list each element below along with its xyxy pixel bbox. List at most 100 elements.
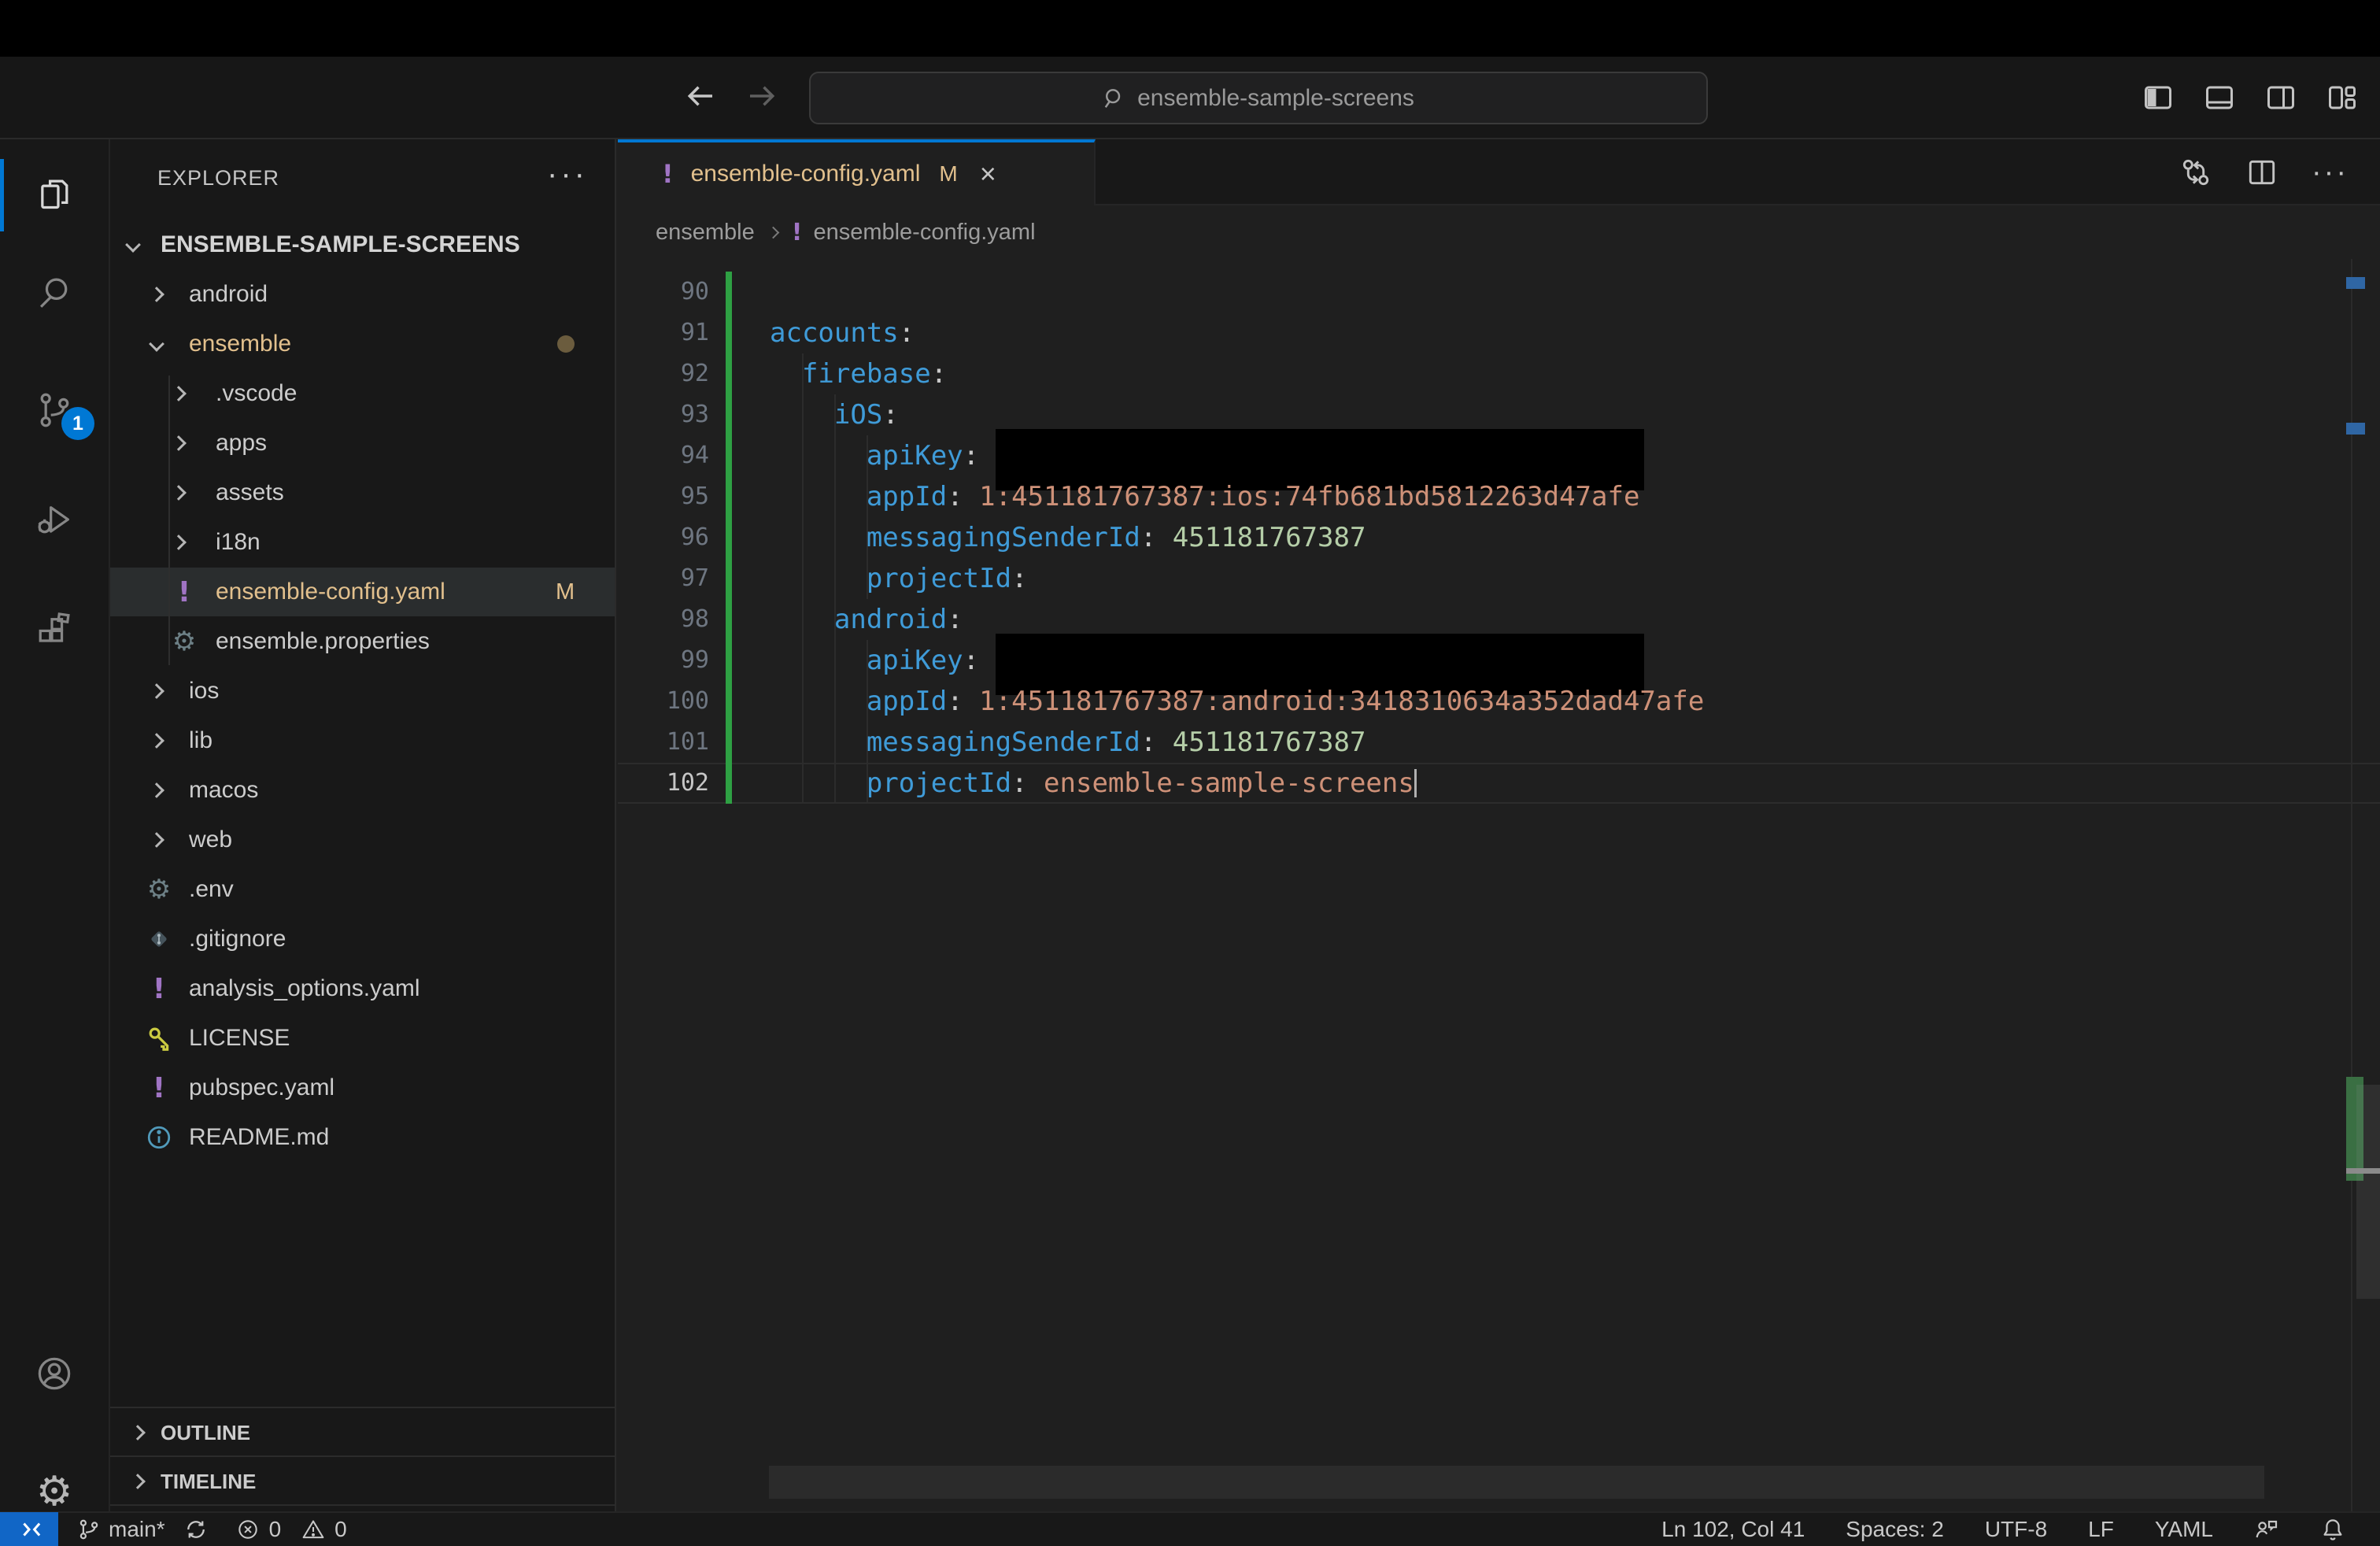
chevron-right-icon xyxy=(130,1408,146,1457)
sidebar-item-lib[interactable]: lib xyxy=(110,716,615,765)
sidebar-item-apps[interactable]: apps xyxy=(110,419,615,468)
gear-icon: ⚙ xyxy=(146,874,172,905)
search-icon xyxy=(1103,87,1126,110)
chevron-right-icon xyxy=(171,468,187,517)
eol[interactable]: LF xyxy=(2088,1517,2114,1542)
code-line-91[interactable]: 91 accounts: xyxy=(618,313,2380,353)
vertical-scrollbar[interactable] xyxy=(2356,1085,2380,1299)
line-number: 100 xyxy=(666,687,709,715)
status-label: Spaces: 2 xyxy=(1846,1517,1944,1541)
git-branch-status[interactable]: main* xyxy=(77,1517,165,1542)
chevron-right-icon xyxy=(149,766,164,815)
code-editor[interactable]: 90 91 accounts: 92 firebase: 93 iOS: 94 apiKe… xyxy=(618,259,2380,1511)
breadcrumb-item-ensemble-config-yaml[interactable]: ! ensemble-config.yaml xyxy=(792,219,1036,246)
chevron-right-icon xyxy=(149,667,164,716)
sidebar-item-ensemble-properties[interactable]: ⚙ ensemble.properties xyxy=(110,617,615,666)
status-label: YAML xyxy=(2154,1517,2213,1541)
item-label: macos xyxy=(189,777,259,803)
sidebar-item-pubspec-yaml[interactable]: ! pubspec.yaml xyxy=(110,1063,615,1112)
toggle-secondary-sidebar-icon[interactable] xyxy=(2264,80,2298,115)
open-changes-icon[interactable] xyxy=(2179,156,2212,189)
explorer-activity-icon[interactable] xyxy=(0,157,109,232)
item-label: web xyxy=(189,827,233,853)
sidebar-item-ensemble[interactable]: ensemble xyxy=(110,320,615,368)
code-line-90[interactable]: 90 xyxy=(618,272,2380,313)
chevron-right-icon xyxy=(149,816,164,864)
toggle-sidebar-icon[interactable] xyxy=(2141,80,2175,115)
status-bar: main* 0 0 Ln 102, Col 41 Spaces: 2 UTF-8 LF… xyxy=(0,1511,2380,1546)
forward-arrow-icon[interactable] xyxy=(737,71,787,121)
editor-group: ! ensemble-config.yaml M × ··· ensemble!… xyxy=(618,139,2380,1511)
sidebar-item-android[interactable]: android xyxy=(110,270,615,319)
sidebar-item-assets[interactable]: assets xyxy=(110,468,615,517)
notifications[interactable] xyxy=(2320,1517,2345,1542)
line-content: appId: 1:451181767387:ios:74fb681bd58122… xyxy=(866,481,1640,512)
titlebar: ensemble-sample-screens xyxy=(0,57,2380,139)
code-line-97[interactable]: 97 projectId: xyxy=(618,558,2380,599)
explorer-more-actions-icon[interactable]: ··· xyxy=(547,157,588,192)
account-icon[interactable] xyxy=(0,1336,109,1411)
tab-close-icon[interactable]: × xyxy=(980,160,996,188)
cursor-position[interactable]: Ln 102, Col 41 xyxy=(1661,1517,1805,1542)
chevron-right-icon xyxy=(130,1457,146,1506)
more-actions-icon[interactable]: ··· xyxy=(2312,156,2349,190)
sidebar-item-license[interactable]: LICENSE xyxy=(110,1014,615,1063)
sidebar-item-gitignore[interactable]: .gitignore xyxy=(110,915,615,963)
sidebar-item-ios[interactable]: ios xyxy=(110,667,615,716)
modified-line-indicator xyxy=(726,763,732,804)
indentation[interactable]: Spaces: 2 xyxy=(1846,1517,1944,1542)
search-text: ensemble-sample-screens xyxy=(1137,84,1414,111)
code-line-99[interactable]: 99 apiKey: xyxy=(618,634,2380,695)
tab-modified-badge: M xyxy=(939,161,958,186)
gear-icon: ⚙ xyxy=(172,626,197,657)
code-line-94[interactable]: 94 apiKey: xyxy=(618,429,2380,490)
command-center-search[interactable]: ensemble-sample-screens xyxy=(809,72,1708,124)
code-line-101[interactable]: 101 messagingSenderId: 451181767387 xyxy=(618,722,2380,763)
back-arrow-icon[interactable] xyxy=(675,71,726,121)
line-number: 99 xyxy=(680,646,709,674)
breadcrumb-item-ensemble[interactable]: ensemble xyxy=(656,220,755,246)
timeline-section[interactable]: TIMELINE xyxy=(110,1455,615,1504)
code-line-102[interactable]: 102 projectId: ensemble-sample-screens xyxy=(618,763,2380,804)
modified-line-indicator xyxy=(726,272,732,313)
search-activity-icon[interactable] xyxy=(0,255,109,331)
feedback[interactable] xyxy=(2254,1517,2279,1542)
toggle-panel-icon[interactable] xyxy=(2202,80,2237,115)
code-line-96[interactable]: 96 messagingSenderId: 451181767387 xyxy=(618,517,2380,558)
run-debug-activity-icon[interactable] xyxy=(0,483,109,558)
outline-section[interactable]: OUTLINE xyxy=(110,1407,615,1455)
outline-label: OUTLINE xyxy=(161,1421,251,1444)
source-control-activity-icon[interactable]: 1 xyxy=(0,372,109,448)
line-content: apiKey: xyxy=(770,634,1644,695)
sidebar-item-i18n[interactable]: i18n xyxy=(110,518,615,567)
remote-indicator[interactable] xyxy=(0,1512,58,1546)
horizontal-scrollbar[interactable] xyxy=(769,1466,2264,1499)
language-mode[interactable]: YAML xyxy=(2155,1517,2213,1542)
customize-layout-icon[interactable] xyxy=(2325,80,2360,115)
sidebar-item-macos[interactable]: macos xyxy=(110,766,615,815)
sidebar-item-root[interactable]: ENSEMBLE-SAMPLE-SCREENS xyxy=(110,220,615,269)
explorer-header: EXPLORER ··· xyxy=(110,157,615,204)
sidebar-item-vscode[interactable]: .vscode xyxy=(110,369,615,418)
tab-ensemble-config-yaml[interactable]: ! ensemble-config.yaml M × xyxy=(618,139,1096,205)
split-editor-icon[interactable] xyxy=(2245,156,2278,189)
git-icon xyxy=(151,931,167,947)
error-icon xyxy=(236,1518,260,1541)
code-line-95[interactable]: 95 appId: 1:451181767387:ios:74fb681bd58… xyxy=(618,476,2380,517)
yaml-icon: ! xyxy=(152,972,166,1005)
item-label: android xyxy=(189,281,268,307)
sync-status[interactable] xyxy=(184,1518,208,1541)
code-line-92[interactable]: 92 firebase: xyxy=(618,353,2380,394)
item-label: .env xyxy=(189,876,234,902)
code-line-100[interactable]: 100 appId: 1:451181767387:android:341831… xyxy=(618,681,2380,722)
extensions-activity-icon[interactable] xyxy=(0,593,109,668)
sidebar-item-ensemble-config-yaml[interactable]: ! ensemble-config.yaml M xyxy=(110,568,615,616)
sidebar-item-analysis-options-yaml[interactable]: ! analysis_options.yaml xyxy=(110,964,615,1013)
sidebar-item-web[interactable]: web xyxy=(110,816,615,864)
sidebar-item-readme-md[interactable]: README.md xyxy=(110,1113,615,1162)
problems-status[interactable]: 0 0 xyxy=(236,1517,347,1542)
sidebar-item-env[interactable]: ⚙ .env xyxy=(110,865,615,914)
breadcrumb-label: ensemble-config.yaml xyxy=(813,219,1036,245)
line-content: messagingSenderId: 451181767387 xyxy=(866,727,1366,758)
encoding[interactable]: UTF-8 xyxy=(1985,1517,2047,1542)
